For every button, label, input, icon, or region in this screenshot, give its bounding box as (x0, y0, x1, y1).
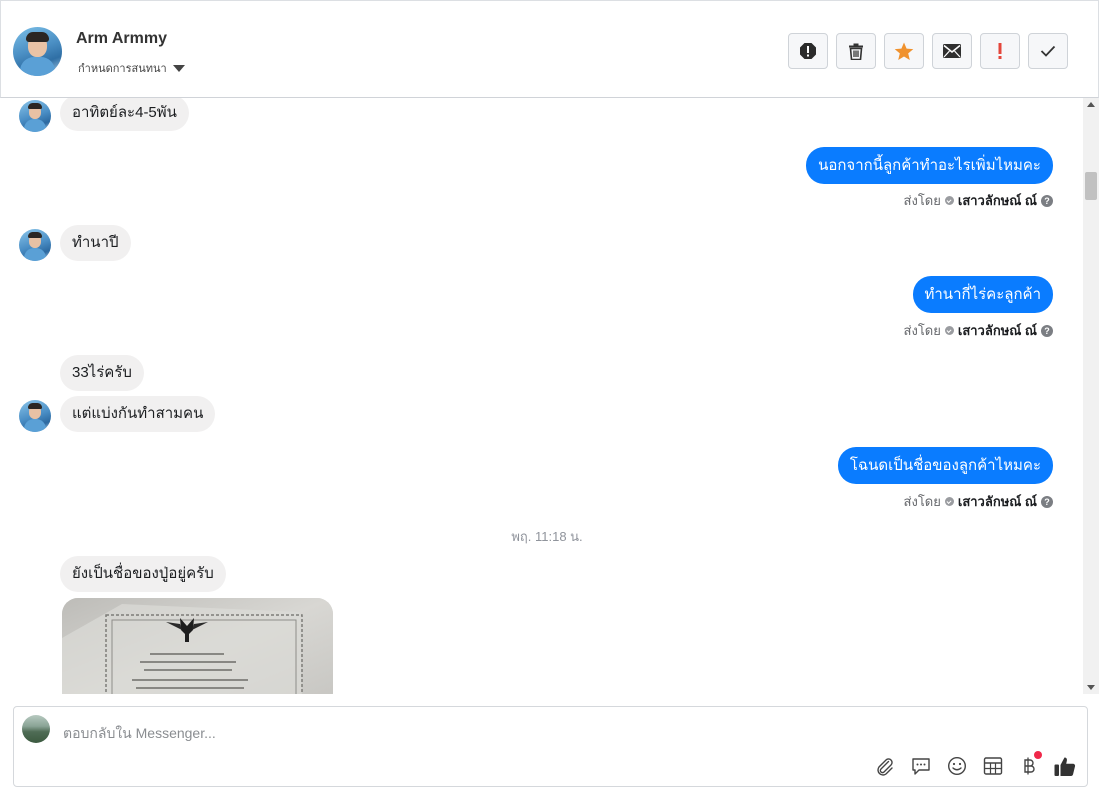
message-timestamp: พฤ. 11:18 น. (511, 529, 583, 544)
help-icon[interactable]: ? (1041, 194, 1053, 207)
scroll-up-arrow-icon[interactable] (1087, 102, 1095, 107)
outgoing-message[interactable]: นอกจากนี้ลูกค้าทำอะไรเพิ่มไหมคะ (806, 147, 1053, 184)
contact-avatar-small (19, 400, 51, 432)
attach-button[interactable] (873, 754, 897, 778)
agent-name[interactable]: เสาวลักษณ์ ณ์ (958, 320, 1037, 341)
sent-by-label: ส่งโดย (903, 193, 941, 208)
sent-by-label: ส่งโดย (903, 323, 941, 338)
incoming-message[interactable]: อาทิตย์ละ4-5พัน (60, 98, 189, 131)
sent-by-label: ส่งโดย (903, 494, 941, 509)
incoming-message[interactable]: ยังเป็นชื่อของปู่อยู่ครับ (60, 556, 226, 592)
help-icon[interactable]: ? (1041, 495, 1053, 508)
contact-avatar[interactable] (13, 27, 62, 76)
scroll-down-arrow-icon[interactable] (1087, 685, 1095, 690)
verified-icon (944, 326, 954, 335)
outgoing-message[interactable]: ทำนากี่ไร่คะลูกค้า (912, 276, 1053, 313)
outgoing-message[interactable]: โฉนดเป็นชื่อของลูกค้าไหมคะ (837, 447, 1053, 484)
sent-by-info: ส่งโดย เสาวลักษณ์ ณ์ ? (904, 190, 1053, 211)
report-icon (800, 43, 816, 59)
conversation-header: Arm Armmy กำหนดการสนทนา (0, 0, 1099, 98)
exclamation-icon (998, 43, 1002, 59)
verified-icon (944, 196, 954, 205)
notification-dot (1034, 751, 1042, 759)
contact-name[interactable]: Arm Armmy (76, 30, 167, 48)
delete-button[interactable] (836, 33, 876, 69)
table-button[interactable] (981, 754, 1005, 778)
like-button[interactable] (1053, 754, 1077, 778)
trash-icon (849, 43, 863, 60)
page-avatar (22, 715, 50, 743)
agent-name[interactable]: เสาวลักษณ์ ณ์ (958, 190, 1037, 211)
assign-conversation-label: กำหนดการสนทนา (78, 63, 167, 75)
help-icon[interactable]: ? (1041, 324, 1053, 337)
chat-scrollbar[interactable] (1083, 98, 1099, 694)
star-icon (894, 42, 914, 60)
attachment-icon (877, 758, 893, 776)
land-deed-photo[interactable] (62, 598, 333, 694)
incoming-message[interactable]: แต่แบ่งกันทำสามคน (60, 396, 216, 432)
assign-conversation-dropdown[interactable]: กำหนดการสนทนา (78, 59, 185, 77)
mark-important-button[interactable] (980, 33, 1020, 69)
thumbs-up-icon (1054, 757, 1076, 776)
agent-name[interactable]: เสาวลักษณ์ ณ์ (958, 491, 1037, 512)
emoji-icon (947, 756, 967, 776)
chat-bubble-icon (912, 758, 930, 775)
emoji-button[interactable] (945, 754, 969, 778)
reply-input[interactable]: ตอบกลับใน Messenger... (63, 723, 216, 745)
incoming-message[interactable]: ทำนาปี (60, 225, 131, 261)
mark-unread-button[interactable] (932, 33, 972, 69)
incoming-message[interactable]: 33ไร่ครับ (60, 355, 144, 391)
saved-replies-button[interactable] (909, 754, 933, 778)
message-thread[interactable]: อาทิตย์ละ4-5พัน นอกจากนี้ลูกค้าทำอะไรเพิ… (0, 98, 1083, 694)
baht-icon (1024, 757, 1035, 775)
check-icon (1040, 45, 1056, 57)
contact-avatar-small (19, 229, 51, 261)
sent-by-info: ส่งโดย เสาวลักษณ์ ณ์ ? (904, 491, 1053, 512)
caret-down-icon (172, 65, 185, 72)
verified-icon (944, 497, 954, 506)
mark-done-button[interactable] (1028, 33, 1068, 69)
mail-icon (943, 44, 961, 58)
contact-avatar-small (19, 100, 51, 132)
table-icon (983, 757, 1003, 775)
scrollbar-thumb[interactable] (1085, 172, 1097, 200)
report-spam-button[interactable] (788, 33, 828, 69)
sent-by-info: ส่งโดย เสาวลักษณ์ ณ์ ? (904, 320, 1053, 341)
reply-composer: ตอบกลับใน Messenger... (13, 706, 1088, 787)
star-button[interactable] (884, 33, 924, 69)
